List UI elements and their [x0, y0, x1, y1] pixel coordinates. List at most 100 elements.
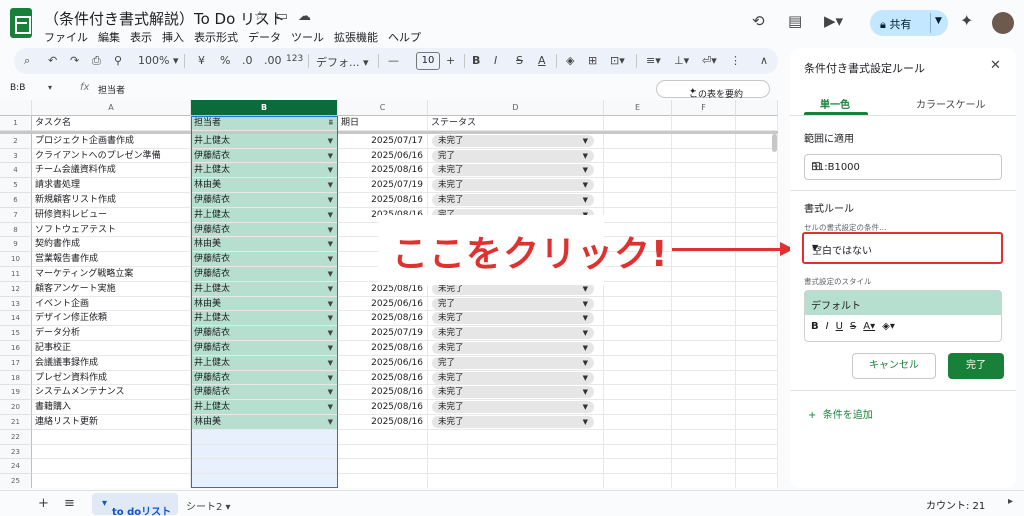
- column-header-f[interactable]: F: [672, 100, 736, 116]
- empty-cell[interactable]: [338, 444, 428, 460]
- task-cell[interactable]: デザイン修正依頼: [32, 311, 191, 327]
- formula-input[interactable]: 担当者: [98, 83, 125, 96]
- print-icon[interactable]: ⎙: [92, 54, 101, 68]
- empty-cell[interactable]: [736, 207, 778, 223]
- menu-extensions[interactable]: 拡張機能: [334, 31, 378, 44]
- owner-cell[interactable]: 伊藤結衣 ▼: [191, 267, 338, 282]
- empty-cell[interactable]: [736, 459, 778, 475]
- vertical-scrollbar[interactable]: [772, 134, 777, 152]
- due-cell[interactable]: 2025/08/16: [338, 341, 428, 356]
- range-input[interactable]: B1:B1000 ⊞: [804, 154, 1002, 180]
- font-size-increase-button[interactable]: +: [446, 54, 455, 67]
- cancel-button[interactable]: キャンセル: [852, 353, 936, 379]
- empty-cell[interactable]: [604, 341, 672, 356]
- empty-cell[interactable]: [338, 429, 428, 445]
- menu-tools[interactable]: ツール: [291, 31, 324, 44]
- empty-cell[interactable]: [736, 474, 778, 488]
- empty-cell[interactable]: [604, 133, 672, 149]
- status-cell[interactable]: 未完了 ▼: [428, 133, 604, 149]
- empty-cell[interactable]: [191, 459, 338, 475]
- chevron-down-icon[interactable]: ▼: [328, 415, 333, 429]
- chevron-down-icon[interactable]: ▼: [328, 371, 333, 385]
- vertical-align-icon[interactable]: ⊥▾: [674, 54, 689, 67]
- currency-button[interactable]: ¥: [198, 54, 205, 67]
- empty-cell[interactable]: [604, 281, 672, 297]
- paint-format-icon[interactable]: ⚲: [114, 54, 122, 67]
- task-cell[interactable]: 記事校正: [32, 341, 191, 356]
- merge-cells-icon[interactable]: ⊡▾: [610, 54, 625, 67]
- search-menu-icon[interactable]: ⌕: [24, 54, 30, 68]
- count-summary[interactable]: カウント: 21: [926, 497, 985, 512]
- empty-cell[interactable]: [672, 370, 736, 386]
- empty-cell[interactable]: [672, 459, 736, 475]
- meet-icon[interactable]: ▶▾: [824, 12, 843, 30]
- tab-single-color[interactable]: 単一色: [820, 96, 850, 111]
- empty-cell[interactable]: [736, 429, 778, 445]
- due-cell[interactable]: 2025/06/16: [338, 148, 428, 164]
- empty-cell[interactable]: [672, 133, 736, 149]
- number-format-button[interactable]: 123: [286, 54, 303, 64]
- status-chip[interactable]: 未完了 ▼: [432, 371, 594, 384]
- empty-cell[interactable]: [736, 355, 778, 371]
- row-header[interactable]: 18: [0, 370, 32, 386]
- row-header[interactable]: 1: [0, 116, 32, 131]
- chevron-down-icon[interactable]: ▼: [328, 356, 333, 370]
- empty-cell[interactable]: [604, 207, 672, 223]
- freeze-divider[interactable]: [0, 131, 778, 134]
- empty-cell[interactable]: [604, 400, 672, 415]
- row-header[interactable]: 12: [0, 281, 32, 297]
- empty-cell[interactable]: [191, 429, 338, 445]
- empty-cell[interactable]: [338, 474, 428, 488]
- empty-cell[interactable]: [736, 163, 778, 179]
- empty-cell[interactable]: [428, 459, 604, 475]
- menu-insert[interactable]: 挿入: [162, 31, 184, 44]
- menu-format[interactable]: 表示形式: [194, 31, 238, 44]
- chevron-down-icon[interactable]: ▼: [328, 267, 333, 281]
- task-cell[interactable]: 連絡リスト更新: [32, 415, 191, 430]
- task-cell[interactable]: 契約書作成: [32, 237, 191, 253]
- borders-icon[interactable]: ⊞: [588, 54, 597, 67]
- chevron-down-icon[interactable]: ▼: [328, 178, 333, 192]
- menu-file[interactable]: ファイル: [44, 31, 88, 44]
- empty-cell[interactable]: [672, 415, 736, 430]
- row-header[interactable]: 8: [0, 222, 32, 238]
- task-cell[interactable]: システムメンテナンス: [32, 385, 191, 401]
- empty-cell[interactable]: [604, 296, 672, 312]
- collapse-toolbar-icon[interactable]: ∧: [760, 54, 768, 67]
- row-header[interactable]: 19: [0, 385, 32, 401]
- status-cell[interactable]: 未完了 ▼: [428, 326, 604, 341]
- row-header[interactable]: 15: [0, 326, 32, 341]
- tab-todo-list[interactable]: to doリスト ▾: [92, 493, 178, 516]
- select-range-icon[interactable]: ⊞: [811, 159, 995, 173]
- task-cell[interactable]: マーケティング戦略立案: [32, 267, 191, 282]
- empty-cell[interactable]: [736, 370, 778, 386]
- task-cell[interactable]: イベント企画: [32, 296, 191, 312]
- due-cell[interactable]: 2025/08/16: [338, 311, 428, 327]
- condition-select[interactable]: 空白ではない ▼: [802, 232, 1003, 264]
- chevron-down-icon[interactable]: ▼: [328, 193, 333, 207]
- status-chip[interactable]: 未完了 ▼: [432, 179, 594, 192]
- owner-cell[interactable]: 井上健太 ▼: [191, 163, 338, 179]
- zoom-select[interactable]: 100% ▾: [138, 54, 178, 67]
- empty-cell[interactable]: [672, 281, 736, 297]
- undo-icon[interactable]: ↶: [48, 54, 57, 67]
- task-cell[interactable]: 研修資料レビュー: [32, 207, 191, 223]
- owner-cell[interactable]: 伊藤結衣 ▼: [191, 385, 338, 401]
- column-header-c[interactable]: C: [338, 100, 428, 116]
- chevron-down-icon[interactable]: ▾: [48, 83, 52, 92]
- header-cell-owner[interactable]: 担当者 ⩩: [191, 116, 338, 131]
- empty-cell[interactable]: [672, 311, 736, 327]
- status-chip[interactable]: 未完了 ▼: [432, 134, 594, 147]
- empty-cell[interactable]: [736, 341, 778, 356]
- text-color-icon[interactable]: A: [538, 54, 546, 67]
- task-cell[interactable]: 営業報告書作成: [32, 252, 191, 267]
- chevron-down-icon[interactable]: ▼: [328, 208, 333, 222]
- owner-cell[interactable]: 林由美 ▼: [191, 296, 338, 312]
- star-icon[interactable]: ☆: [254, 9, 266, 24]
- chevron-down-icon[interactable]: ▼: [328, 341, 333, 355]
- comments-icon[interactable]: ▤: [788, 12, 802, 30]
- status-cell[interactable]: 完了 ▼: [428, 148, 604, 164]
- due-cell[interactable]: 2025/08/16: [338, 400, 428, 415]
- status-chip[interactable]: 完了 ▼: [432, 297, 594, 310]
- task-cell[interactable]: データ分析: [32, 326, 191, 341]
